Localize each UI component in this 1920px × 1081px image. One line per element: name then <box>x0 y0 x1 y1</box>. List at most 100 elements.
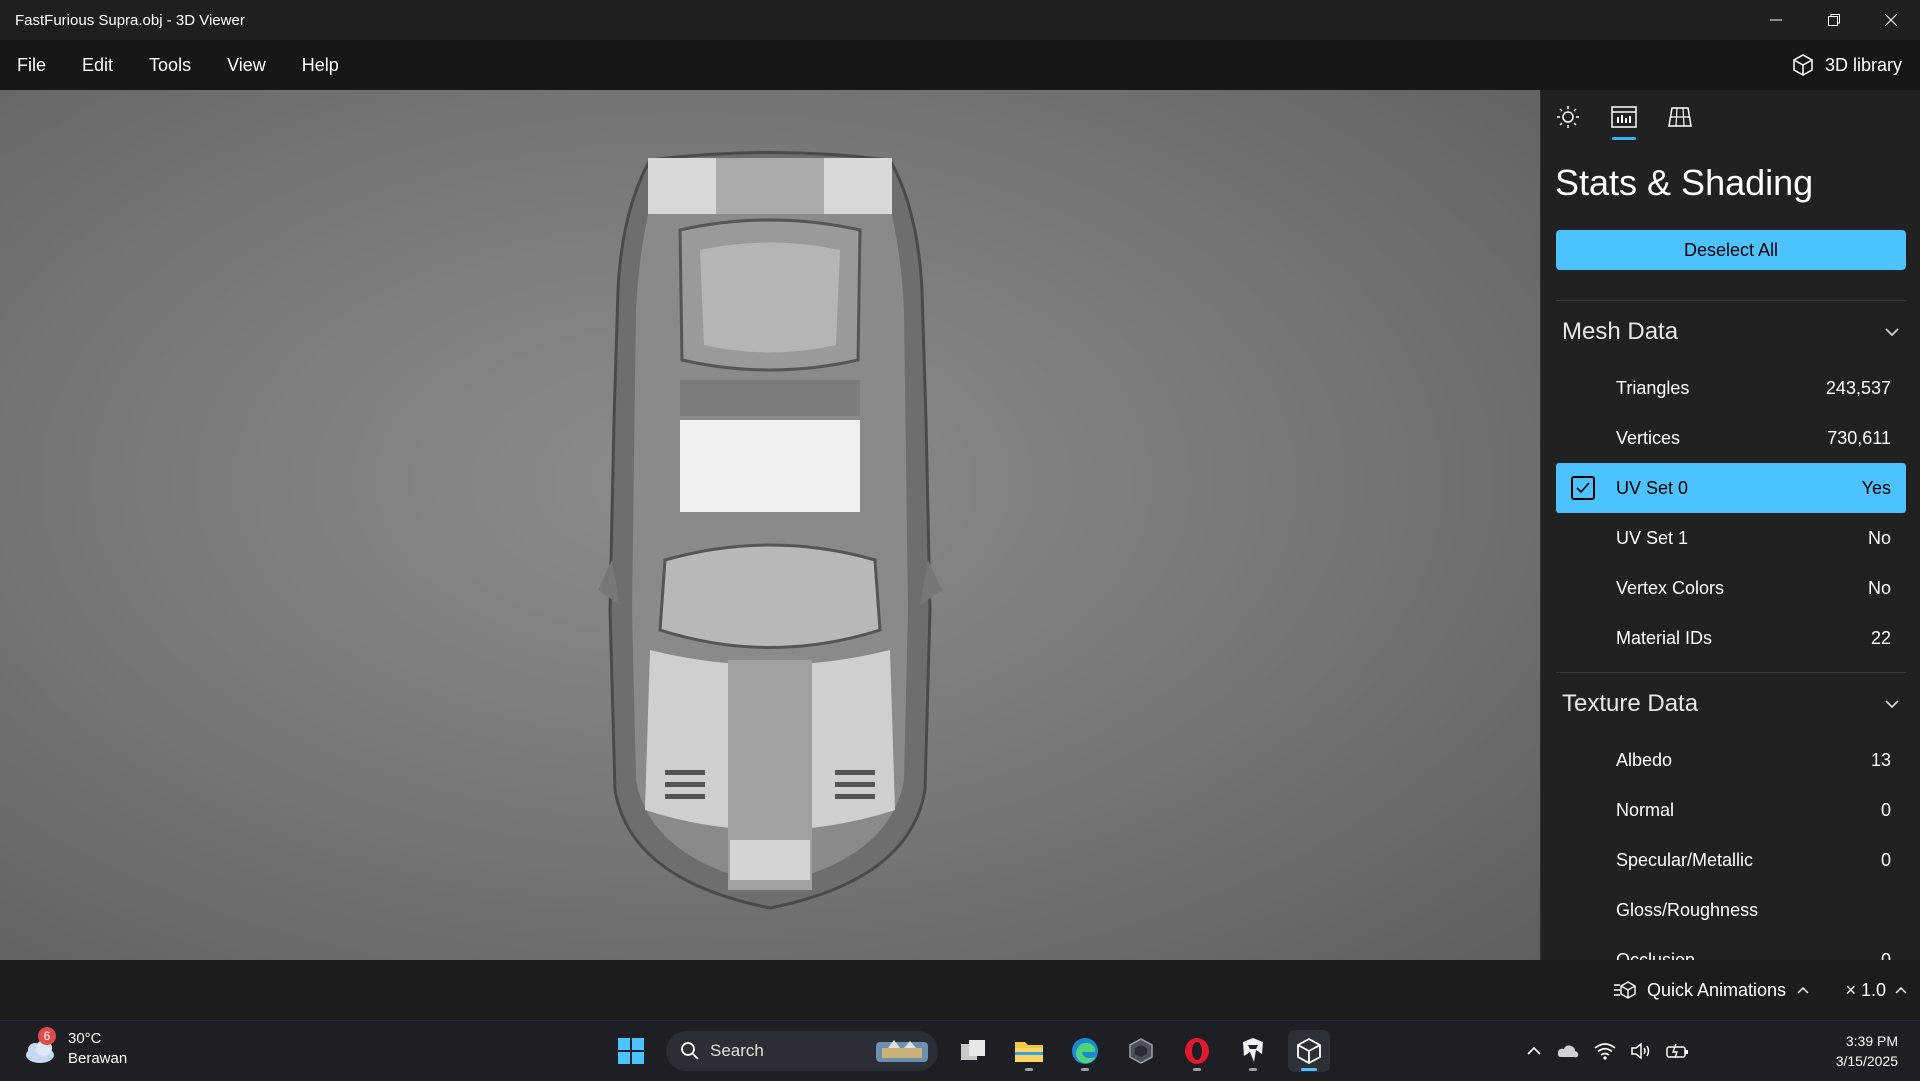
mesh-row-uv-set-1[interactable]: UV Set 1 No <box>1556 513 1906 563</box>
weather-widget[interactable]: 6 30°C Berawan <box>20 1027 127 1069</box>
menu-tools[interactable]: Tools <box>149 55 191 76</box>
running-indicator <box>1025 1068 1033 1071</box>
speed-control[interactable]: × 1.0 <box>1845 960 1908 1020</box>
folder-icon <box>1015 1042 1043 1062</box>
stats-icon <box>1611 106 1637 128</box>
speed-label: × 1.0 <box>1845 979 1886 1000</box>
car-model <box>598 151 942 910</box>
weather-text: 30°C Berawan <box>68 1029 127 1069</box>
row-value: 243,537 <box>1825 377 1891 398</box>
row-label: Vertex Colors <box>1616 577 1725 598</box>
chevron-up-icon <box>1797 986 1809 994</box>
minimize-icon <box>1770 19 1782 21</box>
row-value: 13 <box>1870 749 1891 770</box>
texture-row-normal[interactable]: Normal 0 <box>1556 785 1906 835</box>
stats-panel: Stats & Shading Deselect All Mesh Data T… <box>1540 90 1920 960</box>
close-button[interactable] <box>1863 0 1919 40</box>
task-view-button[interactable] <box>952 1030 994 1072</box>
volume-icon[interactable] <box>1630 1042 1652 1060</box>
system-tray <box>1526 1021 1690 1081</box>
texture-data-heading[interactable]: Texture Data <box>1562 690 1698 718</box>
chevron-up-icon[interactable] <box>1526 1045 1542 1057</box>
edge-button[interactable] <box>1064 1030 1106 1072</box>
row-label: Gloss/Roughness <box>1616 899 1759 920</box>
deselect-all-button[interactable]: Deselect All <box>1556 230 1906 270</box>
opera-button[interactable] <box>1176 1030 1218 1072</box>
row-label: Triangles <box>1616 377 1690 398</box>
texture-row-specular[interactable]: Specular/Metallic 0 <box>1556 835 1906 885</box>
file-explorer-button[interactable] <box>1008 1030 1050 1072</box>
mesh-data-heading[interactable]: Mesh Data <box>1562 318 1678 346</box>
clock-time: 3:39 PM <box>1845 1033 1898 1049</box>
tab-grid[interactable] <box>1665 102 1695 132</box>
restore-button[interactable] <box>1806 0 1862 40</box>
row-label: Vertices <box>1616 427 1681 448</box>
lighting-icon <box>1557 106 1579 128</box>
divider <box>1556 300 1906 301</box>
chevron-down-icon[interactable] <box>1884 698 1900 710</box>
tab-lighting[interactable] <box>1553 102 1583 132</box>
taskbar-apps: Search <box>610 1021 1330 1081</box>
row-value: Yes <box>1861 477 1891 498</box>
panel-tabs <box>1553 102 1695 140</box>
close-icon <box>1885 14 1897 26</box>
chevron-up-icon <box>1895 986 1907 994</box>
texture-row-gloss[interactable]: Gloss/Roughness <box>1556 885 1906 935</box>
task-view-icon <box>961 1040 985 1060</box>
texture-data-label: Texture Data <box>1562 690 1699 717</box>
cloud-sync-icon[interactable] <box>1556 1041 1580 1061</box>
row-value: No <box>1867 527 1891 548</box>
row-value: 0 <box>1880 949 1891 961</box>
search-highlight-icon <box>876 1040 928 1062</box>
texture-row-occlusion[interactable]: Occlusion 0 <box>1556 935 1906 961</box>
3d-library-button[interactable]: 3D library <box>1791 40 1902 90</box>
checkbox[interactable] <box>1571 476 1595 500</box>
mesh-row-triangles: Triangles 243,537 <box>1556 363 1906 413</box>
row-label: UV Set 1 <box>1616 527 1689 548</box>
menu-view[interactable]: View <box>227 55 266 76</box>
windows-icon <box>618 1038 644 1064</box>
opera-icon <box>1185 1038 1209 1064</box>
app-hex-button[interactable] <box>1120 1030 1162 1072</box>
chevron-down-icon[interactable] <box>1884 326 1900 338</box>
animation-bar: Quick Animations × 1.0 <box>0 960 1920 1020</box>
grid-icon <box>1668 107 1692 127</box>
wifi-icon[interactable] <box>1594 1042 1616 1060</box>
quick-animations-button[interactable]: Quick Animations <box>1613 960 1810 1020</box>
running-indicator <box>1081 1068 1089 1071</box>
start-button[interactable] <box>610 1030 652 1072</box>
row-label: Normal <box>1616 799 1675 820</box>
menu-edit[interactable]: Edit <box>82 55 113 76</box>
search-label: Search <box>710 1041 764 1060</box>
menu-file[interactable]: File <box>17 55 46 76</box>
inkscape-button[interactable] <box>1232 1030 1274 1072</box>
mesh-row-uv-set-0[interactable]: UV Set 0 Yes <box>1556 463 1906 513</box>
clock[interactable]: 3:39 PM 3/15/2025 <box>1836 1031 1898 1071</box>
running-indicator <box>1249 1068 1257 1071</box>
mesh-row-material-ids[interactable]: Material IDs 22 <box>1556 613 1906 663</box>
taskbar-search[interactable]: Search <box>666 1031 938 1071</box>
clock-date: 3/15/2025 <box>1835 1053 1898 1069</box>
quick-animations-label: Quick Animations <box>1646 979 1786 1000</box>
mesh-row-vertex-colors[interactable]: Vertex Colors No <box>1556 563 1906 613</box>
minimize-button[interactable] <box>1748 0 1804 40</box>
texture-row-albedo[interactable]: Albedo 13 <box>1556 735 1906 785</box>
3d-library-label: 3D library <box>1824 54 1902 75</box>
battery-icon[interactable] <box>1666 1042 1690 1060</box>
restore-icon <box>1828 14 1840 26</box>
mesh-data-label: Mesh Data <box>1562 318 1679 345</box>
3d-viewer-taskbar-button[interactable] <box>1288 1030 1330 1072</box>
tab-stats[interactable] <box>1609 102 1639 140</box>
running-indicator <box>1193 1068 1201 1071</box>
3d-viewport[interactable] <box>0 90 1540 960</box>
animation-icon <box>1613 981 1636 999</box>
row-value: 0 <box>1880 799 1891 820</box>
cube-icon <box>1793 54 1813 76</box>
panel-title: Stats & Shading <box>1555 162 1814 203</box>
menu-help[interactable]: Help <box>302 55 339 76</box>
row-value: No <box>1867 577 1891 598</box>
weather-icon-wrap: 6 <box>20 1027 60 1069</box>
mesh-row-vertices: Vertices 730,611 <box>1556 413 1906 463</box>
weather-desc: Berawan <box>68 1050 128 1067</box>
row-label: Albedo <box>1616 749 1673 770</box>
